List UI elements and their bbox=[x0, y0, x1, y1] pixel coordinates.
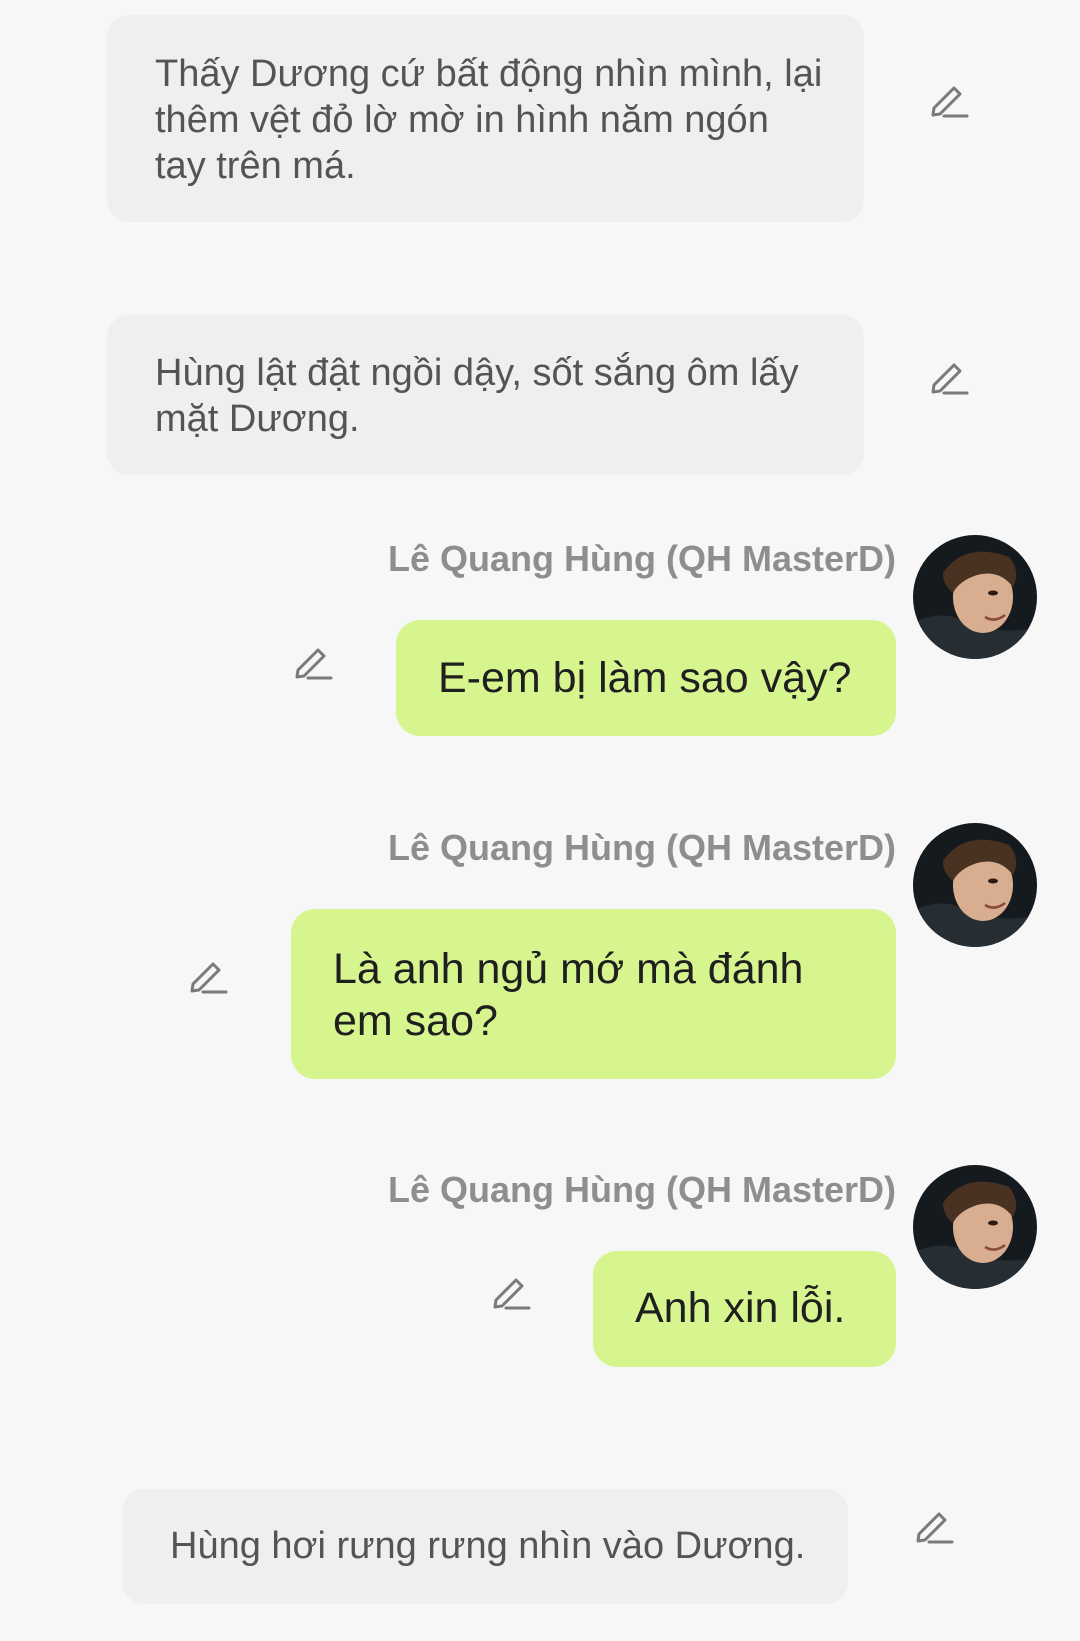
message-bubble: E-em bị làm sao vậy? bbox=[396, 620, 896, 736]
pencil-edit-icon[interactable] bbox=[926, 355, 970, 399]
narration-text: Hùng hơi rưng rưng nhìn vào Dương. bbox=[170, 1525, 806, 1567]
sender-name: Lê Quang Hùng (QH MasterD) bbox=[387, 827, 896, 868]
pencil-edit-icon[interactable] bbox=[488, 1270, 532, 1314]
message-text: Là anh ngủ mớ mà đánh em sao? bbox=[333, 945, 804, 1045]
pencil-edit-icon[interactable] bbox=[290, 640, 334, 684]
pencil-edit-icon[interactable] bbox=[185, 954, 229, 998]
narration-text: Hùng lật đật ngồi dậy, sốt sắng ôm lấy m… bbox=[155, 352, 799, 440]
narration-block: Hùng hơi rưng rưng nhìn vào Dương. bbox=[122, 1489, 848, 1604]
character-avatar[interactable] bbox=[913, 1165, 1037, 1289]
character-avatar[interactable] bbox=[913, 535, 1037, 659]
message-bubble: Là anh ngủ mớ mà đánh em sao? bbox=[291, 909, 896, 1079]
narration-block: Thấy Dương cứ bất động nhìn mình, lại th… bbox=[107, 15, 864, 222]
character-avatar[interactable] bbox=[913, 823, 1037, 947]
narration-block: Hùng lật đật ngồi dậy, sốt sắng ôm lấy m… bbox=[107, 315, 864, 475]
message-bubble: Anh xin lỗi. bbox=[593, 1251, 896, 1367]
sender-name: Lê Quang Hùng (QH MasterD) bbox=[387, 1169, 896, 1210]
message-text: Anh xin lỗi. bbox=[635, 1284, 846, 1332]
message-text: E-em bị làm sao vậy? bbox=[438, 654, 852, 702]
pencil-edit-icon[interactable] bbox=[926, 78, 970, 122]
narration-text: Thấy Dương cứ bất động nhìn mình, lại th… bbox=[155, 53, 823, 187]
pencil-edit-icon[interactable] bbox=[911, 1504, 955, 1548]
sender-name: Lê Quang Hùng (QH MasterD) bbox=[387, 538, 896, 579]
